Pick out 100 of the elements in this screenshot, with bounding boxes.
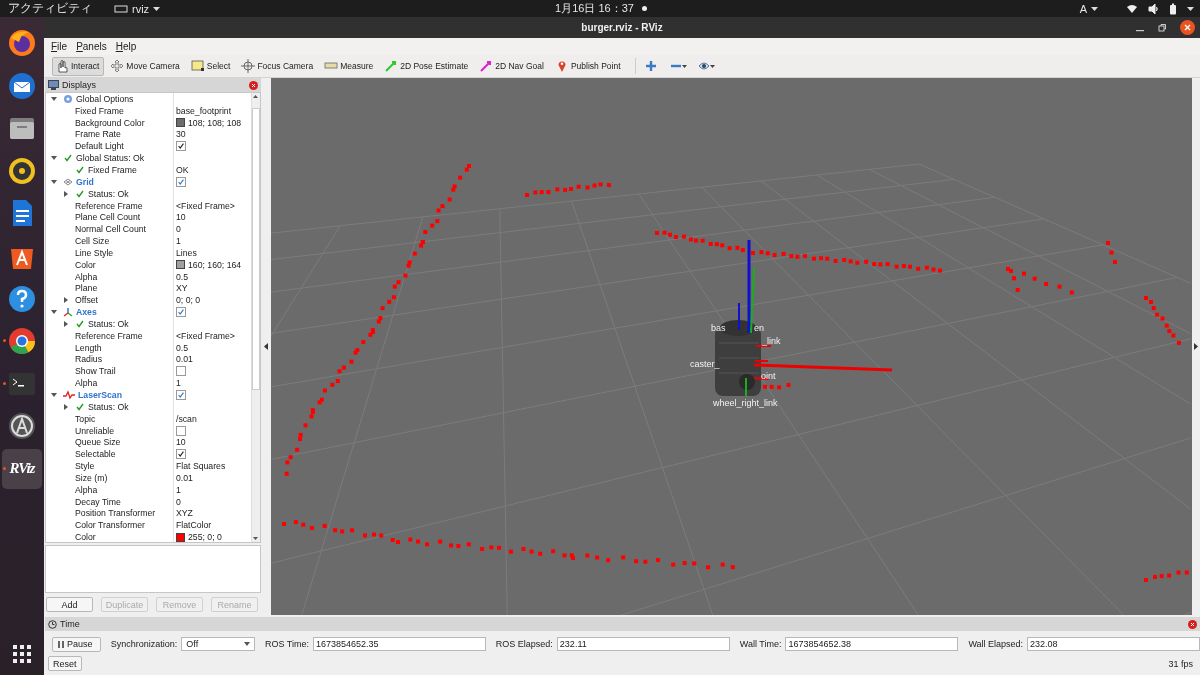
clock[interactable]: 1月16日 16：37 xyxy=(555,1,634,16)
property-name[interactable]: Size (m) xyxy=(75,472,108,483)
checkbox[interactable] xyxy=(176,366,186,377)
property-name[interactable]: Fixed Frame xyxy=(88,165,137,175)
tool-button[interactable]: Select xyxy=(187,56,236,76)
property-value[interactable]: 0; 0; 0 xyxy=(176,295,201,306)
time-field[interactable]: 1673854652.35 xyxy=(312,637,486,651)
collapse-arrow-icon[interactable] xyxy=(51,155,57,162)
expand-arrow-icon[interactable] xyxy=(63,403,69,410)
property-name[interactable]: Status: Ok xyxy=(88,188,129,199)
property-value[interactable]: FlatColor xyxy=(176,520,212,531)
property-value[interactable]: 108; 108; 108 xyxy=(188,117,242,128)
property-name[interactable]: Position Transformer xyxy=(75,508,156,519)
menu-item[interactable]: Help xyxy=(115,41,137,52)
property-value[interactable]: 1 xyxy=(176,484,181,495)
property-name[interactable]: Reference Frame xyxy=(75,200,143,211)
property-name[interactable]: Normal Cell Count xyxy=(75,224,146,235)
property-value[interactable]: 255; 0; 0 xyxy=(188,532,222,542)
property-name[interactable]: Background Color xyxy=(75,117,145,128)
panel-button[interactable]: Add xyxy=(46,597,93,612)
checkbox[interactable] xyxy=(176,141,186,152)
app-menu[interactable]: rviz xyxy=(114,2,161,15)
tool-button[interactable]: Move Camera xyxy=(107,56,185,76)
property-name[interactable]: Global Status: Ok xyxy=(76,153,145,164)
time-field[interactable]: 1673854652.38 xyxy=(785,637,959,651)
property-name[interactable]: Unreliable xyxy=(75,425,115,436)
property-value[interactable]: 0.01 xyxy=(176,472,193,483)
property-name[interactable]: Plane xyxy=(75,283,98,294)
property-value[interactable]: 0 xyxy=(176,496,181,507)
tool-button[interactable]: Publish Point xyxy=(551,56,626,76)
scrollbar-thumb[interactable] xyxy=(252,108,260,390)
activities-button[interactable]: アクティビティ xyxy=(8,0,92,17)
menu-item[interactable]: File xyxy=(51,41,68,52)
expand-arrow-icon[interactable] xyxy=(63,320,69,327)
property-name[interactable]: Alpha xyxy=(75,378,98,389)
close-icon[interactable] xyxy=(1180,20,1195,35)
property-name[interactable]: Color xyxy=(75,532,96,542)
property-value[interactable]: 0.5 xyxy=(176,271,189,282)
property-name[interactable]: Plane Cell Count xyxy=(75,212,141,223)
property-value[interactable]: 10 xyxy=(176,437,186,448)
property-name[interactable]: Color Transformer xyxy=(75,520,145,531)
property-name[interactable]: Line Style xyxy=(75,247,114,258)
tool-button[interactable]: Focus Camera xyxy=(238,56,319,76)
expand-arrow-icon[interactable] xyxy=(63,190,69,197)
property-name[interactable]: Selectable xyxy=(75,449,116,460)
tool-button[interactable]: 2D Nav Goal xyxy=(476,56,549,76)
display-name[interactable]: Axes xyxy=(76,307,97,318)
tool-button[interactable]: Measure xyxy=(321,56,379,76)
collapse-arrow-icon[interactable] xyxy=(51,309,57,316)
property-value[interactable]: 0 xyxy=(176,224,181,235)
collapse-left-icon[interactable] xyxy=(264,343,268,350)
sync-dropdown[interactable]: Off xyxy=(181,637,255,651)
color-swatch[interactable] xyxy=(176,118,185,128)
property-name[interactable]: Topic xyxy=(75,413,96,424)
property-name[interactable]: Length xyxy=(75,342,102,353)
property-name[interactable]: Cell Size xyxy=(75,236,110,247)
input-method-menu[interactable]: A xyxy=(1079,2,1098,15)
dock-item[interactable]: RViz xyxy=(2,448,42,489)
property-name[interactable]: Alpha xyxy=(75,271,98,282)
display-name[interactable]: Grid xyxy=(76,176,94,187)
property-name[interactable]: Radius xyxy=(75,354,103,365)
checkbox[interactable] xyxy=(176,425,186,436)
property-name[interactable]: Reference Frame xyxy=(75,330,143,341)
3d-view[interactable]: bas en _link caster_ oint wheel_right_link xyxy=(271,78,1191,615)
property-name[interactable]: Decay Time xyxy=(75,496,121,507)
property-name[interactable]: Show Trail xyxy=(75,366,116,377)
checkbox[interactable] xyxy=(176,390,186,400)
property-name[interactable]: Fixed Frame xyxy=(75,105,124,116)
property-name[interactable]: Frame Rate xyxy=(75,129,121,140)
tool-button[interactable]: 2D Pose Estimate xyxy=(381,56,474,76)
property-value[interactable]: Lines xyxy=(176,247,197,258)
pause-button[interactable]: Pause xyxy=(52,636,101,652)
scroll-down-icon[interactable] xyxy=(252,535,259,542)
property-name[interactable]: Alpha xyxy=(75,484,98,495)
property-name[interactable]: Global Options xyxy=(76,93,134,104)
property-value[interactable]: OK xyxy=(176,165,189,175)
display-name[interactable]: LaserScan xyxy=(78,390,122,400)
property-value[interactable]: 30 xyxy=(176,129,186,140)
property-value[interactable]: 160; 160; 164 xyxy=(188,259,242,270)
time-field[interactable]: 232.08 xyxy=(1027,637,1200,651)
property-value[interactable]: base_footprint xyxy=(176,105,232,116)
property-value[interactable]: <Fixed Frame> xyxy=(176,200,235,211)
time-field[interactable]: 232.11 xyxy=(556,637,730,651)
add-tool-icon[interactable] xyxy=(644,60,657,72)
property-value[interactable]: /scan xyxy=(176,413,197,424)
property-value[interactable]: 0.5 xyxy=(176,342,189,353)
collapse-arrow-icon[interactable] xyxy=(51,178,57,185)
eye-icon[interactable] xyxy=(697,61,710,71)
collapse-arrow-icon[interactable] xyxy=(51,392,57,398)
checkbox[interactable] xyxy=(176,307,186,318)
property-name[interactable]: Offset xyxy=(75,295,99,306)
collapse-right-icon[interactable] xyxy=(1194,343,1198,350)
property-name[interactable]: Status: Ok xyxy=(88,401,129,412)
reset-button[interactable]: Reset xyxy=(48,656,82,671)
property-value[interactable]: Flat Squares xyxy=(176,461,226,472)
color-swatch[interactable] xyxy=(176,260,185,270)
property-value[interactable]: 1 xyxy=(176,236,181,247)
color-swatch[interactable] xyxy=(176,532,185,542)
restore-icon[interactable] xyxy=(1158,23,1166,32)
property-name[interactable]: Style xyxy=(75,461,95,472)
